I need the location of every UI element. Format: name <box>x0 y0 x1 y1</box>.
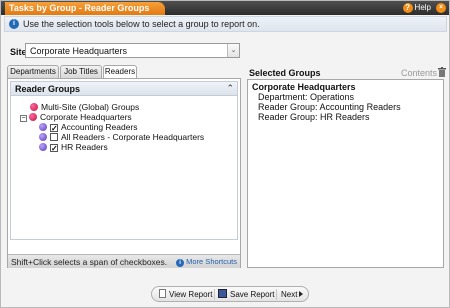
group-icon <box>30 103 38 111</box>
selected-group-item: Reader Group: Accounting Readers <box>258 102 401 112</box>
divider <box>276 289 277 300</box>
info-bar: i Use the selection tools below to selec… <box>4 16 447 32</box>
tree-item-label: All Readers - Corporate Headquarters <box>61 132 205 142</box>
view-report-button[interactable]: View Report <box>159 289 212 301</box>
close-icon[interactable]: × <box>436 3 446 13</box>
status-text: Shift+Click selects a span of checkboxes… <box>11 257 168 267</box>
tree-item-label: Accounting Readers <box>61 122 138 132</box>
tree-header-title: Reader Groups <box>15 84 81 94</box>
tree-item-label: Multi-Site (Global) Groups <box>41 102 140 112</box>
selected-groups-panel: Corporate Headquarters Department: Opera… <box>247 79 444 268</box>
tab-departments[interactable]: Departments <box>7 65 59 78</box>
help-icon: ? <box>402 3 413 13</box>
selected-group-item: Reader Group: HR Readers <box>258 112 370 122</box>
accounting-readers-checkbox[interactable]: ✓ <box>50 124 58 133</box>
view-report-label: View Report <box>169 290 213 299</box>
tree-item-multi-site[interactable]: Multi-Site (Global) Groups <box>30 102 139 112</box>
collapse-node-icon[interactable]: − <box>20 115 27 122</box>
info-icon: i <box>176 259 185 267</box>
site-select[interactable]: Corporate Headquarters ⌄ <box>25 43 240 58</box>
reader-group-icon <box>39 123 47 131</box>
window-title: Tasks by Group - Reader Groups <box>5 2 166 15</box>
contents-link[interactable]: Contents <box>401 68 437 78</box>
selected-group-site: Corporate Headquarters <box>252 82 356 92</box>
tree-item-corporate-headquarters[interactable]: − Corporate Headquarters <box>20 112 132 122</box>
tree-item-accounting-readers[interactable]: ✓ Accounting Readers <box>39 122 138 133</box>
arrow-right-icon <box>299 291 304 297</box>
info-icon: i <box>9 19 19 29</box>
selected-group-item: Department: Operations <box>258 92 355 102</box>
collapse-icon[interactable]: ⌃ <box>226 83 234 94</box>
reader-group-icon <box>39 133 47 141</box>
reader-groups-panel: Reader Groups ⌃ Multi-Site (Global) Grou… <box>7 78 241 268</box>
reader-group-icon <box>39 143 47 151</box>
selected-groups-title: Selected Groups <box>249 68 321 78</box>
tree-item-label: HR Readers <box>61 142 108 152</box>
trash-icon[interactable] <box>438 67 446 77</box>
next-label: Next <box>281 290 298 299</box>
tree-item-label: Corporate Headquarters <box>40 112 132 122</box>
help-label: Help <box>414 3 431 12</box>
save-report-button[interactable]: Save Report <box>218 289 274 301</box>
status-bar: Shift+Click selects a span of checkboxes… <box>8 254 240 268</box>
next-button[interactable]: Next <box>281 289 304 301</box>
tab-job-titles[interactable]: Job Titles <box>60 65 102 78</box>
help-button[interactable]: ? Help <box>402 3 431 13</box>
group-icon <box>29 113 37 121</box>
title-bar: Tasks by Group - Reader Groups ? Help × <box>1 1 449 15</box>
tree-header: Reader Groups ⌃ <box>10 81 238 96</box>
save-icon <box>218 289 227 298</box>
tree-item-all-readers[interactable]: All Readers - Corporate Headquarters <box>39 132 204 142</box>
tree-list: Multi-Site (Global) Groups − Corporate He… <box>10 96 238 240</box>
tab-readers[interactable]: Readers <box>103 65 137 79</box>
divider <box>214 289 215 300</box>
save-report-label: Save Report <box>230 290 275 299</box>
chevron-down-icon[interactable]: ⌄ <box>227 44 239 57</box>
tree-item-hr-readers[interactable]: ✓ HR Readers <box>39 142 108 153</box>
all-readers-checkbox[interactable] <box>50 133 58 141</box>
document-icon <box>159 289 166 298</box>
dialog-window: Tasks by Group - Reader Groups ? Help × i… <box>0 0 450 308</box>
info-text: Use the selection tools below to select … <box>23 19 260 29</box>
hr-readers-checkbox[interactable]: ✓ <box>50 144 58 153</box>
footer-toolbar: View Report Save Report Next <box>151 286 309 302</box>
more-shortcuts-link[interactable]: i More Shortcuts <box>176 257 237 267</box>
site-select-value: Corporate Headquarters <box>30 46 128 56</box>
more-shortcuts-label: More Shortcuts <box>186 257 237 266</box>
